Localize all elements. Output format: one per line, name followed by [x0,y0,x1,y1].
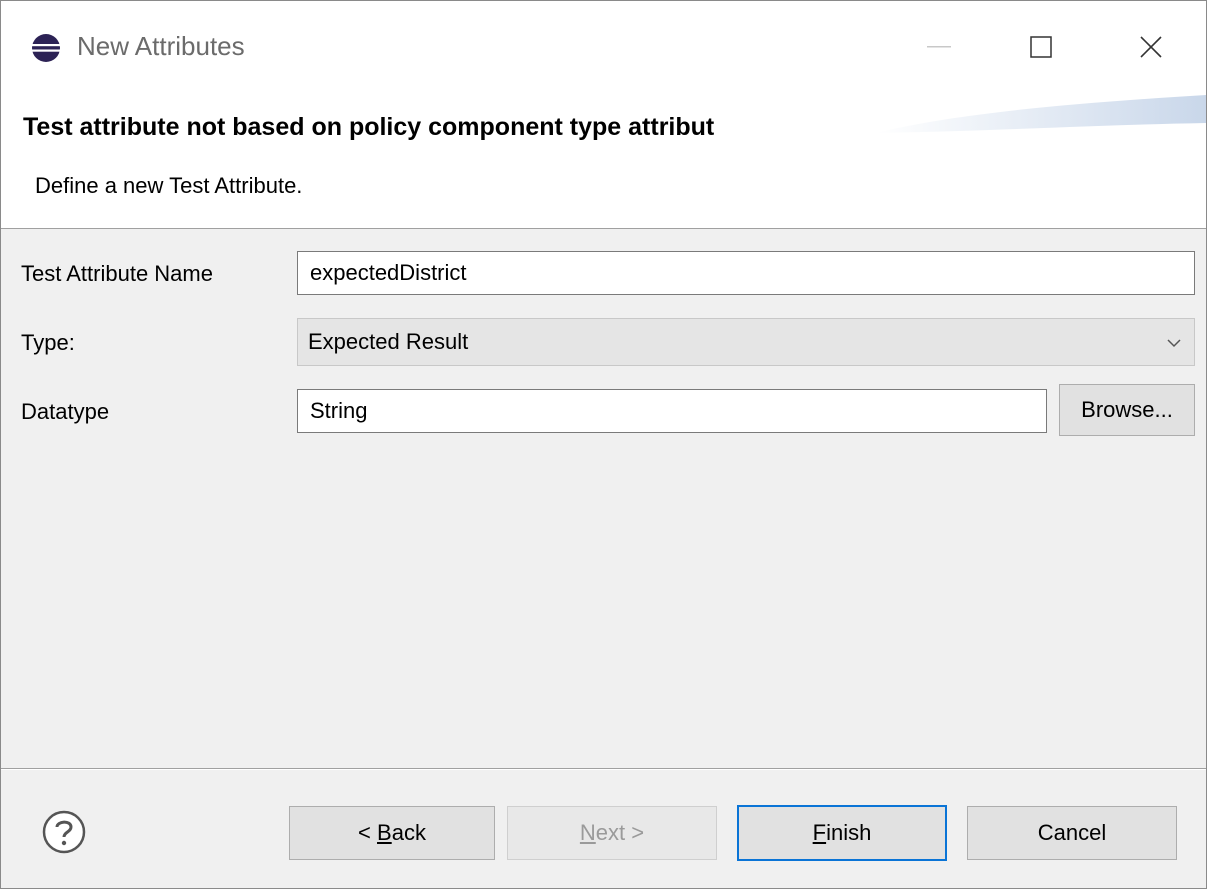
wizard-banner: Test attribute not based on policy compo… [1,93,1206,229]
dialog-window: New Attributes Test attribute not based … [0,0,1207,889]
close-icon [1140,36,1162,58]
help-icon[interactable] [41,809,87,855]
maximize-icon [1030,36,1052,58]
footer-separator-highlight [1,769,1206,770]
back-button[interactable]: < Back [289,806,495,860]
type-combo[interactable]: Expected Result [297,318,1195,366]
datatype-field[interactable]: String [297,389,1047,433]
finish-button[interactable]: Finish [737,805,947,861]
browse-button-label: Browse... [1081,397,1173,422]
test-attribute-name-field[interactable]: expectedDistrict [297,251,1195,295]
eclipse-icon [32,34,60,62]
window-title: New Attributes [77,31,245,61]
type-combo-value: Expected Result [308,329,469,354]
browse-button[interactable]: Browse... [1059,384,1195,436]
name-label: Test Attribute Name [21,261,213,286]
finish-button-label: Finish [812,820,872,845]
chevron-down-icon [1167,339,1181,348]
minimize-button[interactable] [909,19,969,75]
close-button[interactable] [1121,19,1181,75]
datatype-field-value: String [310,398,368,423]
cancel-button-label: Cancel [1037,820,1107,845]
name-field-value: expectedDistrict [310,260,467,285]
wizard-page-title: Test attribute not based on policy compo… [23,113,715,141]
cancel-button[interactable]: Cancel [967,806,1177,860]
back-button-label: < Back [358,820,426,845]
datatype-label: Datatype [21,399,110,424]
wizard-page-description: Define a new Test Attribute. [35,173,303,198]
title-bar[interactable]: New Attributes [1,1,1206,93]
maximize-button[interactable] [1011,19,1071,75]
type-label: Type: [21,330,75,355]
banner-decoration [876,95,1206,133]
next-button[interactable]: Next > [507,806,717,860]
next-button-label: Next > [579,820,645,845]
minimize-icon [927,46,951,48]
